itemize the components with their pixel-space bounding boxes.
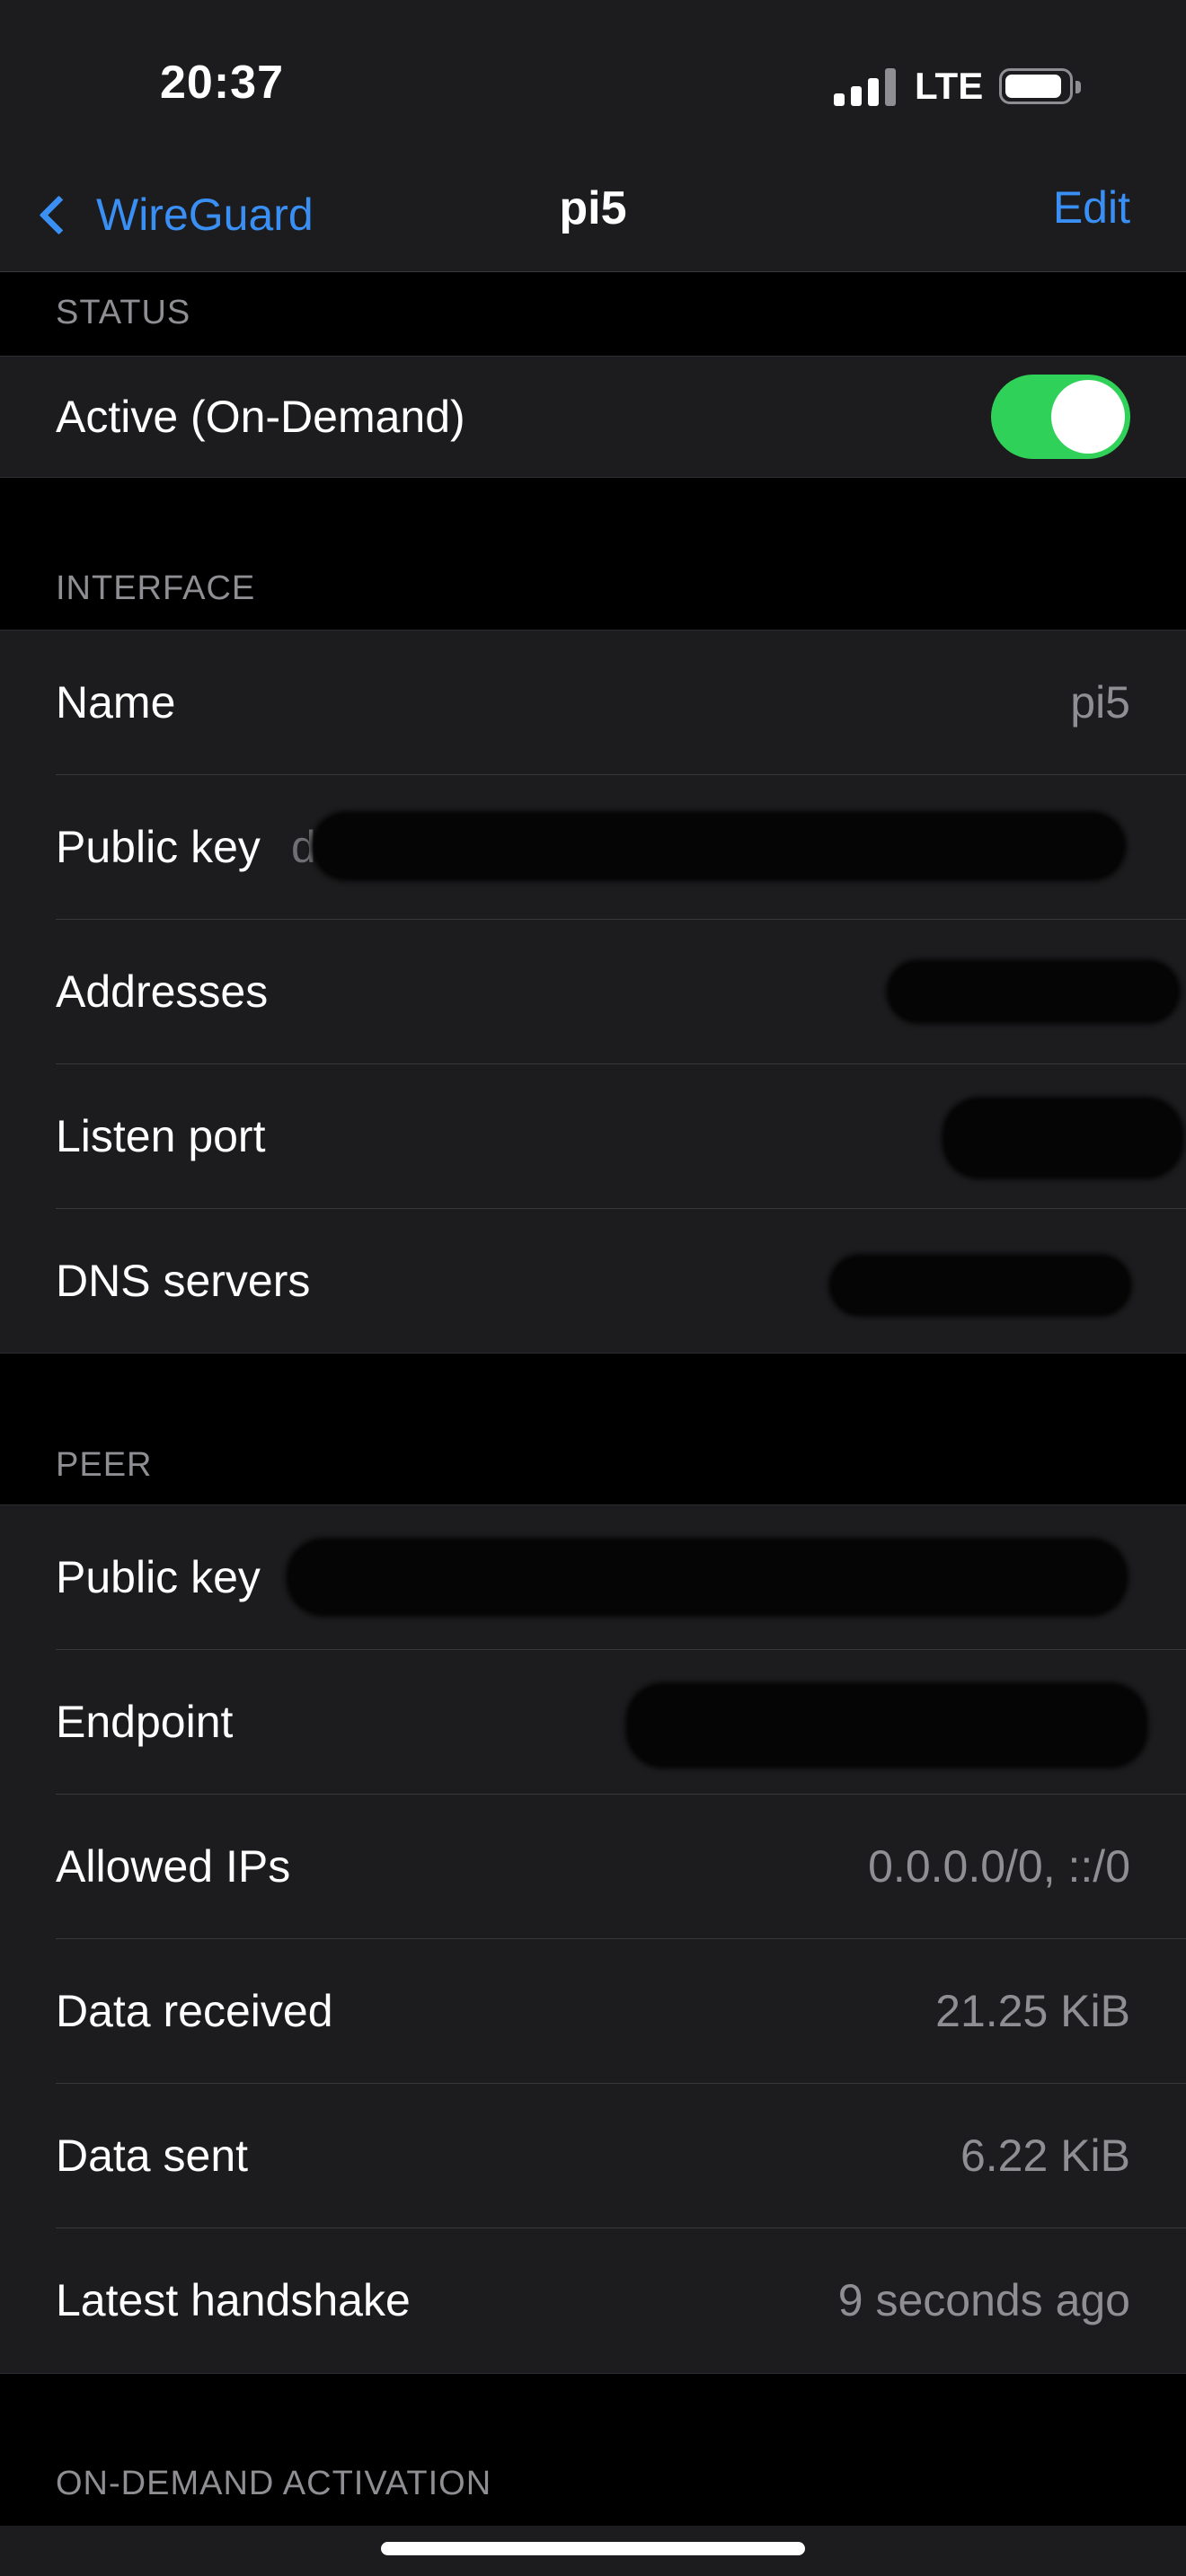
battery-icon xyxy=(999,68,1081,104)
listen-port-label: Listen port xyxy=(56,1111,266,1161)
active-label: Active (On-Demand) xyxy=(56,392,465,442)
active-row: Active (On-Demand) xyxy=(0,357,1186,477)
data-sent-label: Data sent xyxy=(56,2130,249,2181)
dns-servers-label: DNS servers xyxy=(56,1256,311,1306)
allowed-ips-value: 0.0.0.0/0, ::/0 xyxy=(868,1841,1130,1892)
edit-button[interactable]: Edit xyxy=(1053,181,1130,234)
interface-public-key-row[interactable]: Public key dRFR Or xyxy=(0,775,1186,920)
interface-name-row[interactable]: Name pi5 xyxy=(0,631,1186,775)
redaction xyxy=(629,1686,1145,1765)
peer-group: Public key Endpoint Allowed IPs 0.0.0.0/… xyxy=(0,1504,1186,2374)
addresses-row[interactable]: Addresses xyxy=(0,920,1186,1064)
section-header-interface: INTERFACE xyxy=(56,569,256,607)
data-received-label: Data received xyxy=(56,1986,333,2036)
dns-servers-row[interactable]: DNS servers xyxy=(0,1209,1186,1354)
redaction xyxy=(890,963,1177,1020)
section-header-peer: PEER xyxy=(56,1446,153,1484)
allowed-ips-row[interactable]: Allowed IPs 0.0.0.0/0, ::/0 xyxy=(0,1795,1186,1939)
cellular-signal-icon xyxy=(834,68,897,106)
section-header-status: STATUS xyxy=(56,294,191,331)
endpoint-row[interactable]: Endpoint xyxy=(0,1650,1186,1795)
endpoint-label: Endpoint xyxy=(56,1697,234,1747)
latest-handshake-row[interactable]: Latest handshake 9 seconds ago xyxy=(0,2228,1186,2373)
home-indicator[interactable] xyxy=(381,2542,805,2555)
home-bar xyxy=(0,2526,1186,2576)
peer-public-key-label: Public key xyxy=(56,1552,261,1602)
redaction xyxy=(945,1100,1181,1176)
peer-public-key-row[interactable]: Public key xyxy=(0,1505,1186,1650)
interface-name-label: Name xyxy=(56,677,176,728)
allowed-ips-label: Allowed IPs xyxy=(56,1841,291,1892)
page-title: pi5 xyxy=(559,182,627,234)
latest-handshake-value: 9 seconds ago xyxy=(837,2275,1130,2325)
navigation-bar: WireGuard pi5 Edit xyxy=(0,171,1186,272)
redaction xyxy=(289,1541,1125,1613)
data-sent-row[interactable]: Data sent 6.22 KiB xyxy=(0,2084,1186,2228)
addresses-label: Addresses xyxy=(56,966,269,1017)
data-sent-value: 6.22 KiB xyxy=(960,2130,1130,2181)
interface-group: Name pi5 Public key dRFR Or Addresses Li… xyxy=(0,630,1186,1354)
data-received-row[interactable]: Data received 21.25 KiB xyxy=(0,1939,1186,2084)
status-group: Active (On-Demand) xyxy=(0,356,1186,478)
listen-port-row[interactable]: Listen port xyxy=(0,1064,1186,1209)
status-time: 20:37 xyxy=(160,57,284,109)
redaction xyxy=(832,1257,1128,1313)
interface-name-value: pi5 xyxy=(1070,677,1130,728)
redaction xyxy=(314,815,1123,878)
interface-public-key-label: Public key xyxy=(56,822,261,872)
latest-handshake-label: Latest handshake xyxy=(56,2275,411,2325)
network-type: LTE xyxy=(915,65,984,107)
data-received-value: 21.25 KiB xyxy=(935,1986,1130,2036)
section-header-on-demand: ON-DEMAND ACTIVATION xyxy=(56,2465,492,2502)
status-bar: 20:37 LTE xyxy=(0,0,1186,171)
active-toggle[interactable] xyxy=(991,375,1130,459)
